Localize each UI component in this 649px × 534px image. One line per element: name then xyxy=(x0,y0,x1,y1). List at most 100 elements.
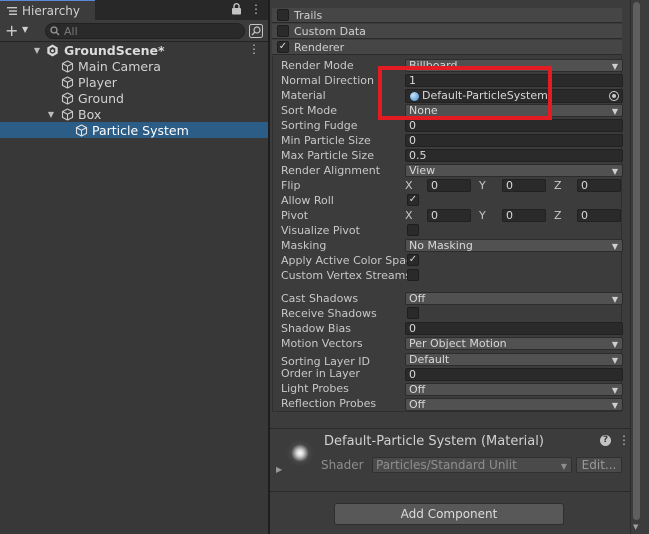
hierarchy-item[interactable]: Ground xyxy=(0,90,268,106)
hierarchy-tab[interactable]: Hierarchy xyxy=(0,0,95,20)
shader-label: Shader xyxy=(321,458,364,472)
motion-vectors-label: Motion Vectors xyxy=(281,337,363,350)
chevron-down-icon: ▼ xyxy=(560,462,567,471)
hierarchy-tree: ▼ GroundScene* ⋮ Main Camera Player Grou… xyxy=(0,42,268,138)
apply-active-color-space-label: Apply Active Color Space xyxy=(281,254,419,267)
sorting-fudge-field[interactable]: 0 xyxy=(405,119,623,132)
chevron-down-icon: ▼ xyxy=(611,295,618,304)
cast-shadows-value: Off xyxy=(409,292,426,305)
chevron-down-icon: ▼ xyxy=(611,356,618,365)
module-trails[interactable]: Trails xyxy=(272,8,622,23)
create-button[interactable]: + xyxy=(5,23,18,39)
allow-roll-checkbox[interactable]: ✓ xyxy=(407,194,419,206)
pivot-z-label: Z xyxy=(554,209,562,222)
light-probes-label: Light Probes xyxy=(281,382,349,395)
cast-shadows-label: Cast Shadows xyxy=(281,292,359,305)
hierarchy-item-selected[interactable]: Particle System xyxy=(0,122,268,138)
render-alignment-dropdown[interactable]: View ▼ xyxy=(405,164,623,177)
chevron-down-icon: ▼ xyxy=(611,167,618,176)
module-enable-checkbox[interactable]: ✓ xyxy=(277,41,289,53)
hierarchy-item[interactable]: Main Camera xyxy=(0,58,268,74)
object-picker-icon[interactable] xyxy=(609,91,619,101)
expand-arrow-icon[interactable]: ▼ xyxy=(46,110,56,119)
panel-menu-icon[interactable]: ⋮ xyxy=(250,3,262,15)
shadow-bias-label: Shadow Bias xyxy=(281,322,351,335)
module-enable-checkbox[interactable] xyxy=(277,25,289,37)
cast-shadows-dropdown[interactable]: Off ▼ xyxy=(405,292,623,305)
custom-vertex-streams-checkbox[interactable] xyxy=(407,269,419,281)
flip-label: Flip xyxy=(281,179,301,192)
material-section-title: Default-Particle System (Material) xyxy=(324,434,544,449)
motion-vectors-value: Per Object Motion xyxy=(409,337,507,350)
chevron-down-icon: ▼ xyxy=(611,340,618,349)
shader-dropdown[interactable]: Particles/Standard Unlit ▼ xyxy=(372,457,572,473)
visualize-pivot-checkbox[interactable] xyxy=(407,224,419,236)
flip-y-field[interactable]: 0 xyxy=(502,179,546,192)
foldout-arrow-icon[interactable]: ▶ xyxy=(276,465,282,474)
receive-shadows-checkbox[interactable] xyxy=(407,307,419,319)
scene-menu-icon[interactable]: ⋮ xyxy=(248,42,260,56)
reflection-probes-value: Off xyxy=(409,398,426,411)
inspector-scrollbar[interactable]: ▼ xyxy=(630,0,642,534)
reflection-probes-dropdown[interactable]: Off ▼ xyxy=(405,398,623,411)
hierarchy-item[interactable]: ▼ Box xyxy=(0,106,268,122)
pivot-y-field[interactable]: 0 xyxy=(502,209,546,222)
hierarchy-panel: Hierarchy ⋮ + ▼ All ▼ GroundScene* ⋮ Mai… xyxy=(0,0,268,534)
help-icon[interactable]: ? xyxy=(600,435,611,446)
motion-vectors-dropdown[interactable]: Per Object Motion ▼ xyxy=(405,337,623,350)
flip-z-field[interactable]: 0 xyxy=(577,179,621,192)
min-particle-size-field[interactable]: 0 xyxy=(405,134,623,147)
module-custom-data[interactable]: Custom Data xyxy=(272,24,622,39)
chevron-down-icon: ▼ xyxy=(611,62,618,71)
hierarchy-item[interactable]: Player xyxy=(0,74,268,90)
scene-row[interactable]: ▼ GroundScene* ⋮ xyxy=(0,42,268,58)
hierarchy-search-input[interactable]: All xyxy=(45,23,245,39)
hierarchy-item-label: Ground xyxy=(78,90,124,106)
render-alignment-value: View xyxy=(409,164,436,177)
normal-direction-label: Normal Direction xyxy=(281,74,374,87)
max-particle-size-field[interactable]: 0.5 xyxy=(405,149,623,162)
module-enable-checkbox[interactable] xyxy=(277,9,289,21)
module-renderer[interactable]: ✓ Renderer xyxy=(272,40,622,55)
sort-mode-label: Sort Mode xyxy=(281,104,338,117)
hierarchy-list-icon xyxy=(7,6,17,15)
material-preview-icon xyxy=(286,439,314,467)
edit-shader-button[interactable]: Edit... xyxy=(576,457,622,473)
light-probes-value: Off xyxy=(409,383,426,396)
gameobject-cube-icon xyxy=(61,107,74,121)
sorting-layer-dropdown[interactable]: Default ▼ xyxy=(405,353,623,366)
masking-dropdown[interactable]: No Masking ▼ xyxy=(405,239,623,252)
flip-y-label: Y xyxy=(479,179,486,192)
light-probes-dropdown[interactable]: Off ▼ xyxy=(405,383,623,396)
material-label: Material xyxy=(281,89,326,102)
pivot-x-label: X xyxy=(405,209,413,222)
lock-icon[interactable] xyxy=(231,3,242,15)
chevron-down-icon[interactable]: ▼ xyxy=(22,25,28,34)
shadow-bias-field[interactable]: 0 xyxy=(405,322,623,335)
search-icon xyxy=(50,26,60,36)
material-section: ▶ Default-Particle System (Material) ? ⋮… xyxy=(270,428,632,492)
pivot-z-field[interactable]: 0 xyxy=(577,209,621,222)
order-in-layer-field[interactable]: 0 xyxy=(405,368,623,381)
flip-z-label: Z xyxy=(554,179,562,192)
gameobject-cube-icon xyxy=(61,59,74,73)
search-scene-icon[interactable] xyxy=(249,24,263,38)
pivot-label: Pivot xyxy=(281,209,309,222)
unity-scene-icon xyxy=(47,44,58,56)
chevron-down-icon: ▼ xyxy=(611,401,618,410)
hierarchy-tab-label: Hierarchy xyxy=(22,3,81,18)
chevron-down-icon: ▼ xyxy=(611,242,618,251)
scroll-down-arrow-icon[interactable]: ▼ xyxy=(633,523,638,531)
add-component-button[interactable]: Add Component xyxy=(334,503,564,525)
apply-active-color-space-checkbox[interactable]: ✓ xyxy=(407,254,419,266)
flip-x-field[interactable]: 0 xyxy=(427,179,471,192)
pivot-y-label: Y xyxy=(479,209,486,222)
pivot-x-field[interactable]: 0 xyxy=(427,209,471,222)
masking-value: No Masking xyxy=(409,239,473,252)
material-menu-icon[interactable]: ⋮ xyxy=(618,433,630,447)
hierarchy-item-label: Main Camera xyxy=(78,58,161,74)
hierarchy-toolbar: + ▼ All xyxy=(0,20,268,42)
expand-arrow-icon[interactable]: ▼ xyxy=(32,46,42,55)
min-particle-size-label: Min Particle Size xyxy=(281,134,371,147)
scrollbar-thumb[interactable] xyxy=(633,2,640,520)
